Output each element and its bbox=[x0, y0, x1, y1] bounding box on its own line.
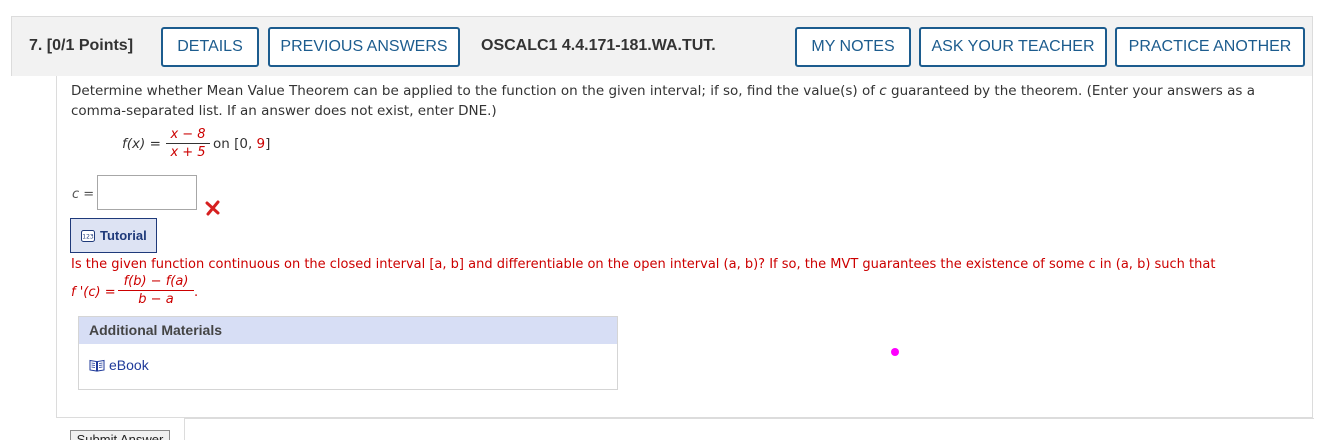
hint-text: Is the given function continuous on the … bbox=[71, 257, 1216, 272]
submit-area bbox=[184, 418, 1314, 440]
function-fraction: x − 8 x + 5 bbox=[166, 127, 210, 160]
hint-denominator: b − a bbox=[138, 292, 174, 307]
question-points: 7. [0/1 Points] bbox=[29, 37, 133, 55]
ebook-label: eBook bbox=[109, 357, 149, 373]
tutorial-button[interactable]: 123 Tutorial bbox=[70, 218, 157, 253]
submit-answer-button[interactable]: Submit Answer bbox=[70, 430, 170, 440]
my-notes-button[interactable]: MY NOTES bbox=[795, 27, 911, 67]
question-number: 7. bbox=[29, 37, 43, 54]
question-header: 7. [0/1 Points] DETAILS PREVIOUS ANSWERS… bbox=[11, 16, 1313, 76]
additional-materials-title: Additional Materials bbox=[79, 317, 617, 344]
answer-label: c = bbox=[72, 187, 95, 202]
hint-lhs: f '(c) = bbox=[71, 285, 116, 300]
calculator-icon: 123 bbox=[81, 229, 95, 242]
additional-materials-box: Additional Materials eBook bbox=[78, 316, 618, 390]
question-prompt: Determine whether Mean Value Theorem can… bbox=[71, 83, 1255, 119]
book-icon bbox=[89, 359, 105, 372]
hint-fraction: f(b) − f(a) b − a bbox=[118, 274, 194, 307]
cursor-dot bbox=[891, 348, 899, 356]
details-button[interactable]: DETAILS bbox=[161, 27, 259, 67]
previous-answers-button[interactable]: PREVIOUS ANSWERS bbox=[268, 27, 460, 67]
svg-text:123: 123 bbox=[82, 233, 94, 240]
ebook-link[interactable]: eBook bbox=[89, 357, 149, 373]
hint-end: . bbox=[194, 285, 199, 300]
incorrect-x-icon bbox=[205, 200, 220, 216]
hint-numerator: f(b) − f(a) bbox=[123, 274, 189, 289]
interval: on [0, 9] bbox=[213, 136, 271, 152]
function-lhs: f(x) = bbox=[122, 136, 161, 152]
tutorial-label: Tutorial bbox=[100, 228, 147, 243]
function-numerator: x − 8 bbox=[170, 127, 206, 142]
ask-your-teacher-button[interactable]: ASK YOUR TEACHER bbox=[919, 27, 1107, 67]
function-denominator: x + 5 bbox=[170, 145, 206, 160]
points-score: [0/1 Points] bbox=[46, 37, 134, 54]
question-id: OSCALC1 4.4.171-181.WA.TUT. bbox=[481, 37, 716, 54]
answer-input[interactable] bbox=[97, 175, 197, 210]
practice-another-button[interactable]: PRACTICE ANOTHER bbox=[1115, 27, 1305, 67]
